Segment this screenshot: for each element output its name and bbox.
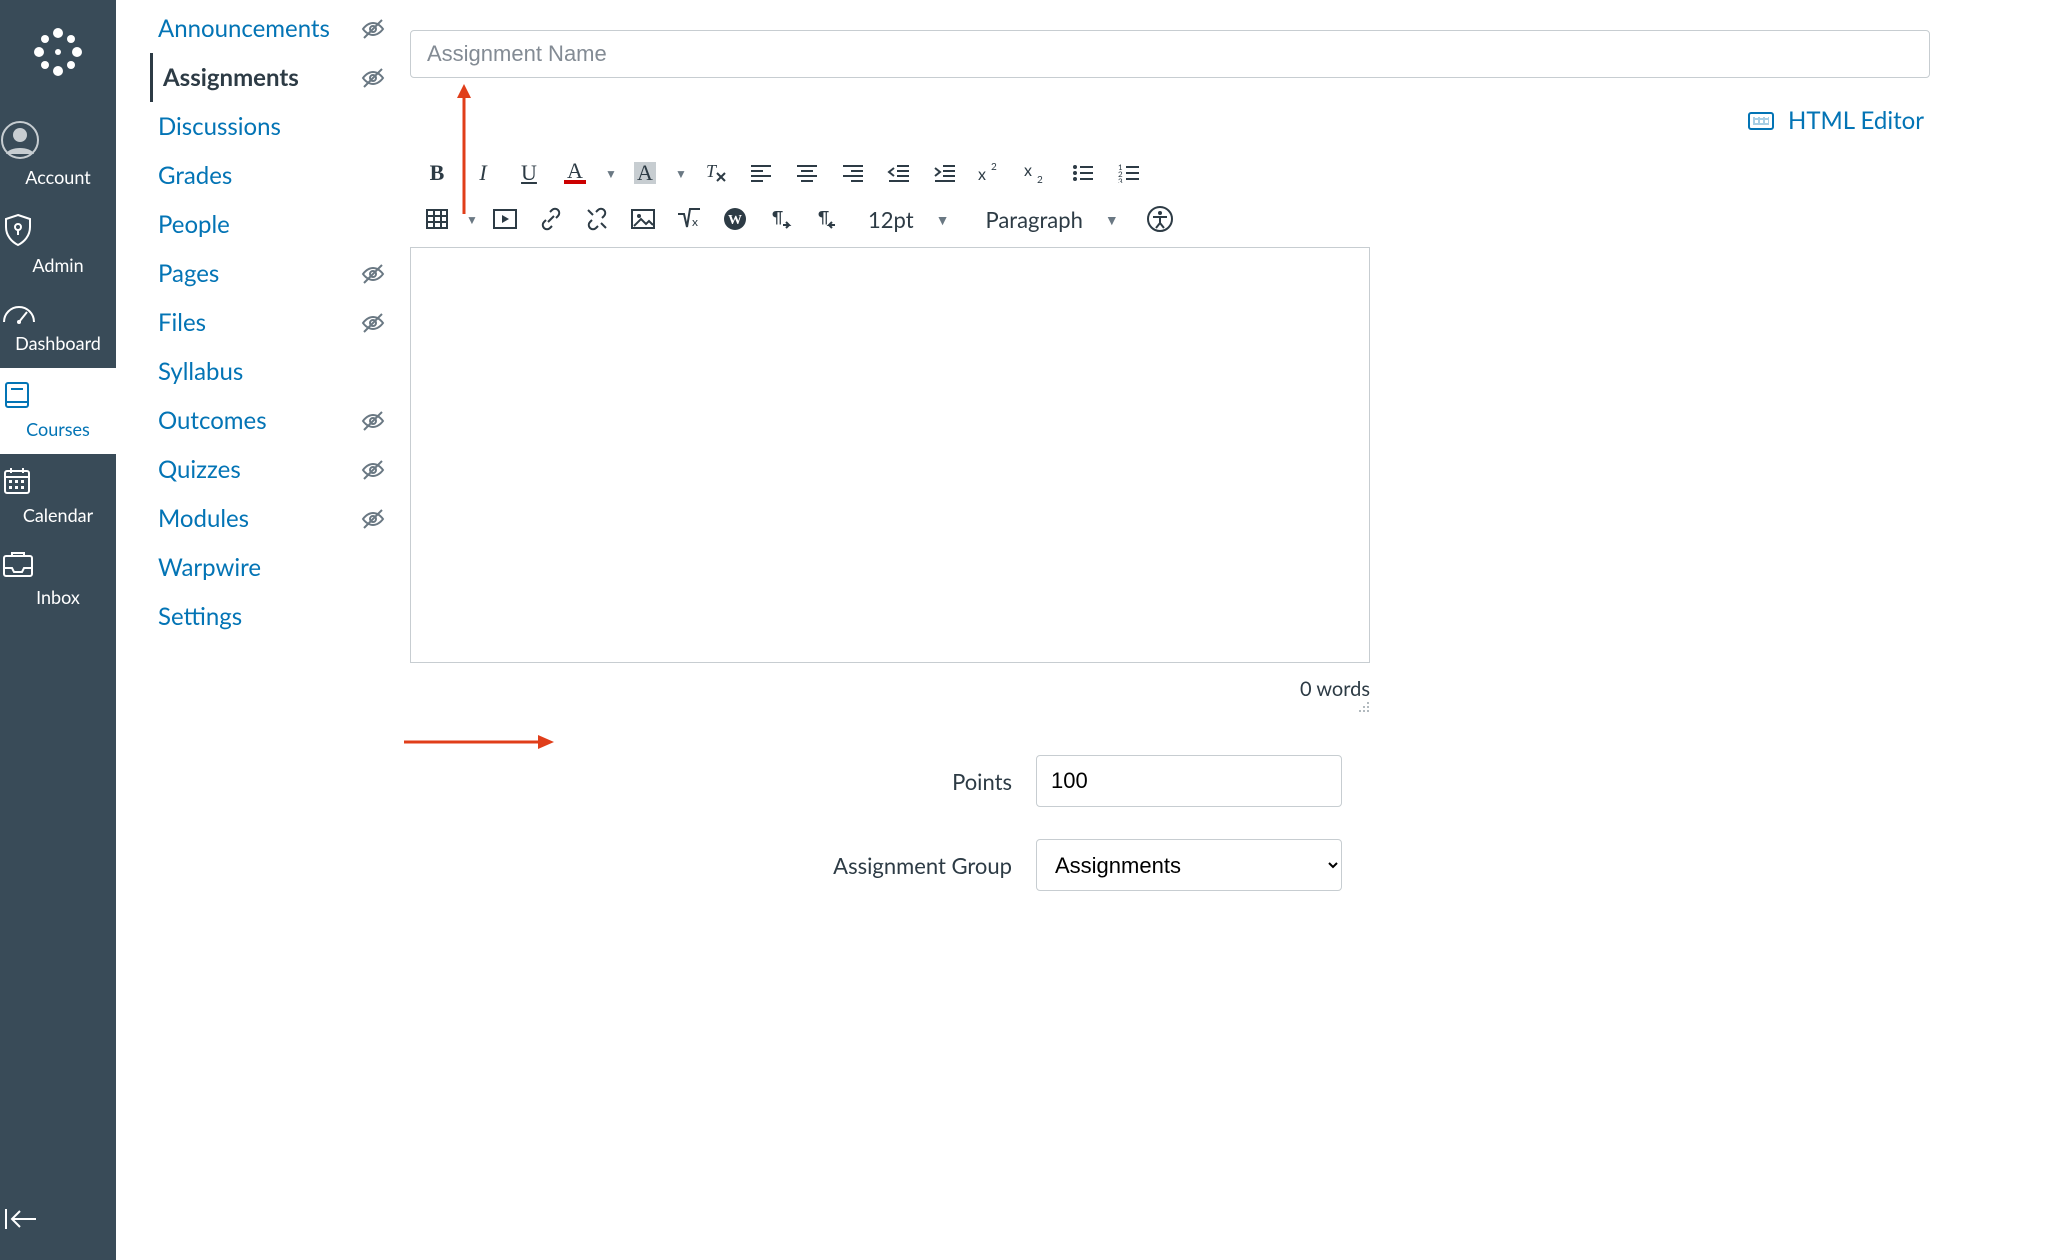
- assignment-settings: Points Assignment Group Assignments: [410, 755, 1930, 891]
- equation-icon[interactable]: x: [666, 199, 712, 239]
- assignment-name-input[interactable]: [410, 30, 1930, 78]
- hidden-icon: [360, 16, 390, 42]
- annotation-arrow-horizontal: [404, 732, 554, 752]
- html-editor-link[interactable]: HTML Editor: [1788, 106, 1924, 135]
- cnav-quizzes[interactable]: Quizzes: [150, 445, 249, 494]
- svg-text:3: 3: [1118, 176, 1123, 183]
- wikipedia-icon[interactable]: W: [712, 199, 758, 239]
- keyboard-shortcuts-icon[interactable]: [1748, 112, 1774, 130]
- collapse-icon: [0, 1206, 40, 1232]
- nav-courses-label: Courses: [26, 418, 90, 440]
- svg-text:x: x: [1024, 162, 1032, 180]
- numbered-list-icon[interactable]: 123: [1106, 153, 1152, 193]
- text-color-icon[interactable]: A: [552, 153, 598, 193]
- align-right-icon[interactable]: [830, 153, 876, 193]
- hidden-icon: [360, 310, 390, 336]
- align-left-icon[interactable]: [738, 153, 784, 193]
- cnav-settings[interactable]: Settings: [150, 592, 250, 641]
- image-icon[interactable]: [620, 199, 666, 239]
- nav-admin-label: Admin: [32, 254, 83, 276]
- hidden-icon: [360, 408, 390, 434]
- nav-calendar-label: Calendar: [23, 504, 93, 526]
- cnav-grades[interactable]: Grades: [150, 151, 240, 200]
- nav-courses[interactable]: Courses: [0, 368, 116, 454]
- cnav-outcomes[interactable]: Outcomes: [150, 396, 275, 445]
- svg-text:x: x: [978, 165, 986, 184]
- text-color-caret-icon[interactable]: ▼: [598, 153, 622, 193]
- nav-calendar[interactable]: Calendar: [0, 454, 116, 540]
- svg-text:¶: ¶: [818, 208, 829, 227]
- annotation-arrow-vertical: [454, 84, 474, 216]
- hidden-icon: [360, 261, 390, 287]
- indent-icon[interactable]: [922, 153, 968, 193]
- bg-color-icon[interactable]: A: [622, 153, 668, 193]
- rce-toolbar-row1: B I U A ▼ A ▼ T x2 x2 123: [410, 147, 1930, 195]
- ltr-icon[interactable]: ¶: [758, 199, 804, 239]
- link-icon[interactable]: [528, 199, 574, 239]
- unlink-icon[interactable]: [574, 199, 620, 239]
- nav-admin[interactable]: Admin: [0, 202, 116, 290]
- book-icon: [0, 378, 116, 412]
- nav-inbox-label: Inbox: [36, 586, 80, 608]
- cnav-modules[interactable]: Modules: [150, 494, 257, 543]
- hidden-icon: [360, 65, 390, 91]
- underline-icon[interactable]: U: [506, 153, 552, 193]
- cnav-files[interactable]: Files: [150, 298, 214, 347]
- cnav-discussions[interactable]: Discussions: [150, 102, 289, 151]
- subscript-icon[interactable]: x2: [1014, 153, 1060, 193]
- cnav-people[interactable]: People: [150, 200, 238, 249]
- points-input[interactable]: [1036, 755, 1342, 807]
- svg-text:2: 2: [1037, 174, 1043, 184]
- nav-inbox[interactable]: Inbox: [0, 540, 116, 622]
- nav-dashboard[interactable]: Dashboard: [0, 290, 116, 368]
- cnav-warpwire[interactable]: Warpwire: [150, 543, 269, 592]
- global-nav: Account Admin Dashboard Courses Calendar…: [0, 0, 116, 1260]
- assignment-group-label: Assignment Group: [410, 852, 1036, 879]
- brand-logo: [24, 18, 92, 86]
- course-nav: Announcements Assignments Discussions Gr…: [150, 0, 390, 641]
- block-format-select[interactable]: Paragraph▼: [967, 199, 1136, 239]
- svg-text:T: T: [706, 161, 718, 181]
- nav-account-label: Account: [25, 166, 90, 188]
- superscript-icon[interactable]: x2: [968, 153, 1014, 193]
- inbox-icon: [0, 550, 116, 580]
- svg-text:W: W: [728, 213, 742, 228]
- points-label: Points: [410, 768, 1036, 795]
- main-content: HTML Editor B I U A ▼ A ▼ T x2 x2 123 ▼ …: [410, 30, 1930, 923]
- hidden-icon: [360, 457, 390, 483]
- rce-editor-body[interactable]: [410, 247, 1370, 663]
- hidden-icon: [360, 506, 390, 532]
- gauge-icon: [0, 300, 116, 326]
- clear-format-icon[interactable]: T: [692, 153, 738, 193]
- svg-text:¶: ¶: [772, 208, 783, 227]
- media-icon[interactable]: [482, 199, 528, 239]
- assignment-group-select[interactable]: Assignments: [1036, 839, 1342, 891]
- canvas-logo-icon: [30, 24, 86, 80]
- svg-text:x: x: [692, 214, 698, 229]
- nav-collapse[interactable]: [0, 1206, 116, 1232]
- bullet-list-icon[interactable]: [1060, 153, 1106, 193]
- cnav-pages[interactable]: Pages: [150, 249, 227, 298]
- cnav-announcements[interactable]: Announcements: [150, 4, 338, 53]
- resize-handle-icon[interactable]: [1356, 699, 1370, 713]
- calendar-icon: [0, 464, 116, 498]
- user-avatar-icon: [0, 120, 116, 160]
- svg-text:2: 2: [991, 162, 997, 173]
- block-format-value: Paragraph: [985, 206, 1082, 233]
- word-count: 0 words: [1300, 677, 1370, 701]
- outdent-icon[interactable]: [876, 153, 922, 193]
- shield-icon: [0, 212, 116, 248]
- align-center-icon[interactable]: [784, 153, 830, 193]
- font-size-select[interactable]: 12pt▼: [850, 199, 967, 239]
- cnav-assignments[interactable]: Assignments: [150, 53, 307, 102]
- font-size-value: 12pt: [868, 206, 914, 233]
- rtl-icon[interactable]: ¶: [804, 199, 850, 239]
- accessibility-icon[interactable]: [1137, 199, 1183, 239]
- rce-toolbar-row2: ▼ x W ¶ ¶ 12pt▼ Paragraph▼: [410, 195, 1930, 247]
- bg-color-caret-icon[interactable]: ▼: [668, 153, 692, 193]
- nav-dashboard-label: Dashboard: [15, 332, 101, 354]
- cnav-syllabus[interactable]: Syllabus: [150, 347, 251, 396]
- nav-account[interactable]: Account: [0, 110, 116, 202]
